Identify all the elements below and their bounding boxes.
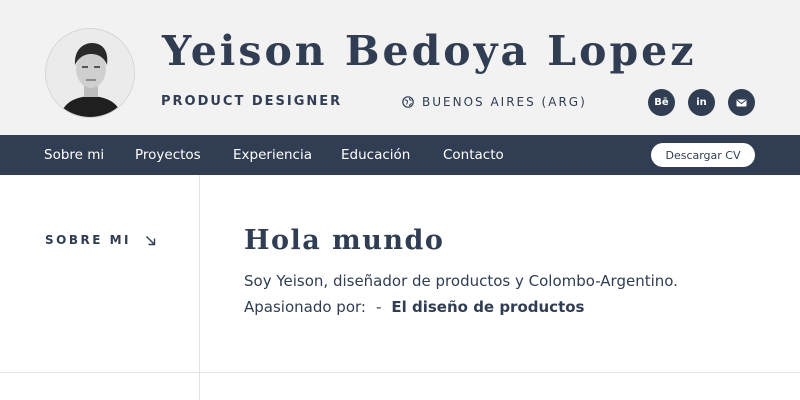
envelope-icon (736, 99, 747, 106)
globe-icon (402, 96, 414, 108)
section-heading: Hola mundo (244, 225, 445, 256)
section-label: SOBRE MI (45, 233, 156, 247)
nav-item-contacto[interactable]: Contacto (443, 135, 504, 175)
column-divider (199, 175, 200, 400)
location: BUENOS AIRES (ARG) (402, 94, 587, 110)
nav-item-experiencia[interactable]: Experiencia (233, 135, 312, 175)
passion-line: Apasionado por: - El diseño de productos (244, 296, 584, 318)
behance-icon[interactable]: Bē (648, 89, 675, 116)
nav-item-sobre-mi[interactable]: Sobre mi (44, 135, 104, 175)
arrow-down-right-icon (146, 235, 156, 245)
location-text: BUENOS AIRES (ARG) (422, 95, 587, 109)
passion-label: Apasionado por: (244, 298, 366, 316)
section-label-text: SOBRE MI (45, 233, 132, 247)
nav-item-educacion[interactable]: Educación (341, 135, 410, 175)
passion-separator: - (375, 298, 382, 316)
intro-text: Soy Yeison, diseñador de productos y Col… (244, 272, 678, 290)
passion-value: El diseño de productos (391, 298, 585, 316)
header: Yeison Bedoya Lopez PRODUCT DESIGNER BUE… (0, 0, 800, 135)
profile-role: PRODUCT DESIGNER (161, 94, 343, 109)
nav-item-proyectos[interactable]: Proyectos (135, 135, 201, 175)
section-divider (0, 372, 800, 373)
download-cv-button[interactable]: Descargar CV (651, 143, 755, 167)
avatar (45, 28, 135, 118)
linkedin-label: in (696, 97, 707, 108)
behance-label: Bē (654, 97, 669, 108)
linkedin-icon[interactable]: in (688, 89, 715, 116)
social-links: Bē in (648, 89, 755, 116)
profile-name: Yeison Bedoya Lopez (162, 27, 697, 75)
mail-icon[interactable] (728, 89, 755, 116)
profile-photo (46, 29, 134, 117)
